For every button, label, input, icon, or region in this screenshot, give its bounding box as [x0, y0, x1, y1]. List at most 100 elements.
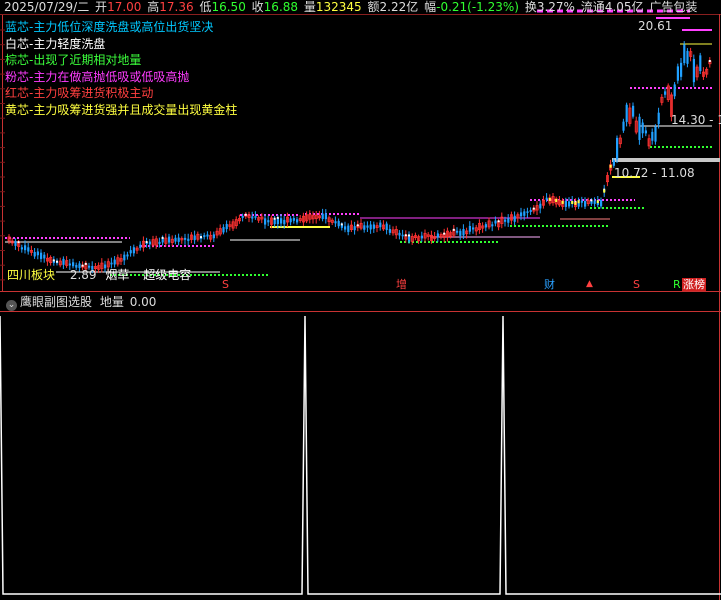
candle-body — [20, 247, 23, 250]
candle-body — [43, 254, 46, 259]
signal-legend: 蓝芯-主力低位深度洗盘或高位出货坚决 白芯-主力轻度洗盘 棕芯-出现了近期相对地… — [5, 19, 237, 118]
white-core-marker — [161, 236, 164, 239]
candle-body — [584, 200, 587, 207]
candle-body — [241, 215, 244, 218]
white-core-marker — [452, 228, 455, 231]
change-label: 幅 — [424, 0, 437, 14]
candle-body — [193, 235, 196, 241]
white-core-marker — [200, 236, 202, 239]
candle-body — [472, 227, 475, 230]
candle-body — [158, 241, 161, 244]
candle-body — [363, 225, 366, 230]
candle-body — [132, 247, 135, 254]
candle-body — [456, 230, 459, 233]
candle-body — [184, 237, 187, 240]
white-core-marker — [340, 223, 343, 226]
white-core-marker — [497, 220, 500, 223]
candle-body — [699, 55, 702, 72]
candle-body — [251, 216, 254, 219]
candle-body — [520, 212, 523, 217]
candle-body — [612, 160, 615, 166]
amount-label: 额 — [367, 0, 380, 14]
candle-body — [267, 220, 270, 223]
candle-body — [203, 235, 206, 238]
candle-body — [129, 250, 132, 254]
candle-body — [24, 245, 27, 251]
event-marker-s1[interactable]: S — [222, 278, 229, 291]
candle-body — [264, 218, 267, 225]
event-marker-rank[interactable]: 涨榜 — [682, 278, 706, 291]
candle-body — [27, 247, 30, 252]
candle-body — [126, 254, 129, 257]
candle-body — [148, 241, 151, 245]
candle-body — [491, 224, 494, 227]
candle-body — [33, 251, 36, 257]
candle-body — [280, 218, 283, 224]
event-marker-finance[interactable]: 财 — [544, 278, 555, 291]
board-tobacco[interactable]: 烟草 — [104, 268, 130, 282]
candle-body — [139, 244, 142, 248]
candle-body — [420, 235, 423, 239]
event-marker-r[interactable]: R — [673, 278, 681, 291]
candle-body — [616, 137, 619, 160]
candle-body — [385, 223, 388, 230]
board-sichuan[interactable]: 四川板块 — [6, 268, 57, 282]
yellow-core-marker — [603, 189, 606, 193]
candle-body — [468, 225, 471, 232]
candle-body — [504, 219, 507, 222]
candle-body — [168, 236, 171, 243]
close-label: 收 — [251, 0, 264, 14]
candle-body — [459, 230, 462, 236]
white-core-marker — [590, 199, 593, 202]
legend-red: 红芯-主力吸筹进货积极主动 — [5, 86, 154, 100]
volume-label: 量 — [303, 0, 316, 14]
candle-body — [222, 227, 225, 233]
subchart-title[interactable]: 鹰眼副图选股 — [20, 295, 92, 309]
yellow-core-marker — [609, 164, 612, 168]
candle-body — [600, 200, 603, 207]
float-label: 流通 — [580, 0, 605, 14]
white-core-marker — [244, 213, 247, 216]
candle-body — [638, 116, 641, 140]
event-marker-s2[interactable]: S — [633, 278, 640, 291]
candle-body — [72, 262, 75, 267]
candle-body — [657, 112, 660, 125]
low-price-mark: 2.89 — [69, 268, 97, 282]
candle-body — [344, 226, 347, 230]
dil-volume-line — [0, 315, 721, 595]
board-supercap[interactable]: 超级电容 — [142, 268, 192, 282]
candle-body — [68, 263, 71, 266]
yellow-core-marker — [577, 200, 580, 204]
collapse-icon[interactable]: ⌄ — [6, 300, 17, 311]
candle-body — [436, 233, 439, 238]
candle-body — [539, 203, 542, 209]
candle-body — [62, 258, 65, 265]
turnover-value: 3.27% — [536, 0, 575, 14]
open-label: 开 — [95, 0, 108, 14]
candle-body — [401, 234, 404, 237]
yellow-core-marker — [555, 198, 558, 202]
low-value: 16.50 — [211, 0, 246, 14]
candle-body — [651, 131, 654, 141]
legend-pink: 粉芯-主力在做高抛低吸或低吸高抛 — [5, 69, 190, 84]
event-marker-triangle[interactable]: ▲ — [586, 278, 593, 291]
amount-value: 2.22亿 — [379, 0, 419, 14]
event-marker-increase[interactable]: 增 — [396, 278, 407, 291]
candle-body — [523, 211, 526, 216]
candle-body — [625, 104, 628, 122]
industry-tag[interactable]: 广告包装 — [649, 0, 697, 14]
legend-white: 白芯-主力轻度洗盘 — [5, 36, 106, 51]
subchart-indicator-value: 0.00 — [129, 295, 157, 309]
legend-yellow: 黄芯-主力吸筹进货强并且成交量出现黄金柱 — [5, 102, 238, 117]
candle-body — [123, 254, 126, 261]
close-value: 16.88 — [263, 0, 299, 14]
candle-body — [686, 50, 689, 64]
board-tags: 四川板块 2.89 烟草 超级电容 — [6, 268, 192, 282]
change-value: -0.21(-1.23%) — [436, 0, 519, 14]
candle-body — [526, 211, 529, 213]
subchart-title-bar: ⌄ 鹰眼副图选股 地量 0.00 — [6, 294, 157, 311]
white-core-marker — [56, 260, 58, 263]
candle-body — [321, 213, 324, 220]
candle-body — [225, 223, 228, 230]
candle-body — [14, 241, 17, 246]
